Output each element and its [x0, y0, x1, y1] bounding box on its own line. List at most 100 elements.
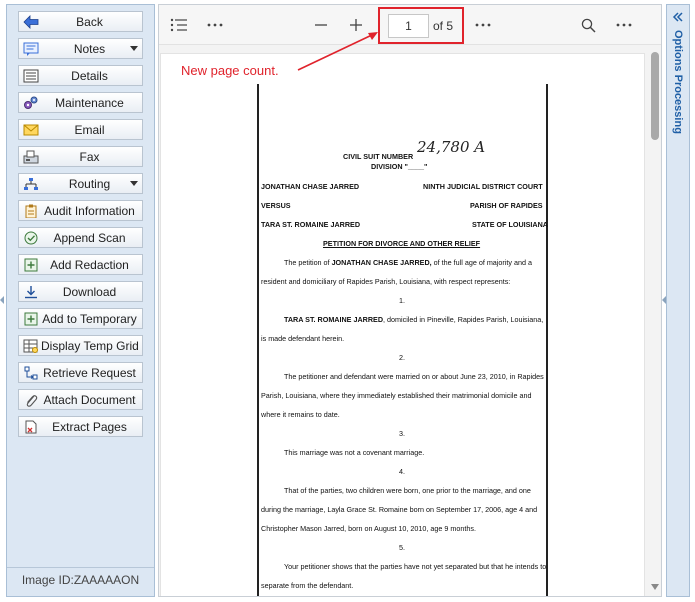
details-button[interactable]: Details — [18, 65, 143, 86]
attach-document-button-label: Attach Document — [43, 392, 136, 407]
suit-number-handwritten: 24,780 A — [417, 138, 486, 156]
state-name: STATE OF LOUISIANA — [472, 220, 548, 229]
viewer-toolbar: of 5 — [159, 5, 661, 45]
append-scan-button[interactable]: Append Scan — [18, 227, 143, 248]
defendant-name: TARA ST. ROMAINE JARRED — [261, 220, 361, 229]
intro-line-1-bold: JONATHAN CHASE JARRED, — [331, 258, 432, 267]
app-window: Back Notes Details Maintenance Email Fax… — [0, 0, 695, 602]
paragraph-2-line-2: Parish, Louisiana, where they immediatel… — [261, 391, 532, 400]
download-icon — [21, 283, 41, 300]
gears-icon — [21, 94, 41, 111]
add-redaction-button[interactable]: Add Redaction — [18, 254, 143, 275]
versus-label: VERSUS — [261, 201, 291, 210]
retrieve-icon — [21, 364, 41, 381]
back-arrow-icon — [21, 13, 41, 30]
chevron-down-icon — [130, 46, 138, 51]
more-horizontal-icon[interactable] — [615, 17, 633, 33]
intro-line-2: resident and domiciliary of Rapides Pari… — [261, 277, 511, 286]
fax-button[interactable]: Fax — [18, 146, 143, 167]
collapse-left-arrow-icon[interactable] — [0, 296, 4, 304]
petition-title: PETITION FOR DIVORCE AND OTHER RELIEF — [323, 239, 481, 248]
paragraph-number-2: 2. — [399, 353, 405, 362]
actions-sidebar: Back Notes Details Maintenance Email Fax… — [6, 4, 155, 597]
retrieve-request-button-label: Retrieve Request — [43, 365, 136, 380]
email-button[interactable]: Email — [18, 119, 143, 140]
download-button[interactable]: Download — [18, 281, 143, 302]
image-id-label: Image ID:ZAAAAAON — [21, 573, 140, 587]
routing-button[interactable]: Routing — [18, 173, 143, 194]
chevron-down-icon — [130, 181, 138, 186]
extract-pages-button-label: Extract Pages — [52, 419, 127, 434]
intro-line-1: The petition of JONATHAN CHASE JARRED, o… — [284, 258, 532, 267]
paragraph-number-5: 5. — [399, 543, 405, 552]
paragraph-1-line-1: TARA ST. ROMAINE JARRED, domiciled in Pi… — [284, 315, 543, 324]
routing-icon — [21, 175, 41, 192]
paragraph-2-line-3: where it remains to date. — [261, 410, 340, 419]
paragraph-4-line-2: during the marriage, Layla Grace St. Rom… — [261, 505, 538, 514]
check-circle-icon — [21, 229, 41, 246]
audit-information-button[interactable]: Audit Information — [18, 200, 143, 221]
paragraph-3-line-1: This marriage was not a covenant marriag… — [284, 448, 425, 457]
notes-icon — [21, 40, 41, 57]
annotation-text: New page count. — [181, 63, 279, 78]
extract-pages-icon — [21, 418, 41, 435]
paragraph-number-3: 3. — [399, 429, 405, 438]
intro-line-1-post: of the full age of majority and a — [431, 258, 532, 267]
plus-box-icon — [21, 256, 41, 273]
maintenance-button[interactable]: Maintenance — [18, 92, 143, 113]
append-scan-button-label: Append Scan — [53, 230, 126, 245]
annotation-arrow-icon — [297, 32, 378, 71]
page-navigator: of 5 — [383, 11, 465, 40]
suit-number-label: CIVIL SUIT NUMBER — [343, 152, 414, 161]
fax-icon — [21, 148, 41, 165]
options-processing-title[interactable]: Options Processing — [672, 30, 684, 134]
clipboard-icon — [21, 202, 41, 219]
notes-button[interactable]: Notes — [18, 38, 143, 59]
email-button-label: Email — [74, 122, 105, 137]
document-page: CIVIL SUIT NUMBER 24,780 A DIVISION "___… — [160, 53, 645, 596]
back-button-label: Back — [76, 14, 103, 29]
outline-list-icon[interactable] — [169, 17, 189, 33]
maintenance-button-label: Maintenance — [55, 95, 124, 110]
attach-document-button[interactable]: Attach Document — [18, 389, 143, 410]
paragraph-4-line-1: That of the parties, two children were b… — [284, 486, 531, 495]
more-horizontal-icon[interactable] — [206, 17, 224, 33]
document-viewer: of 5 CIVIL SUIT NUMBER 24,780 A DIVISION… — [158, 4, 662, 597]
paragraph-4-line-3: Christopher Mason Jarred, born on August… — [261, 524, 476, 533]
envelope-icon — [21, 121, 41, 138]
options-processing-panel: Options Processing — [666, 4, 690, 597]
scrollbar-thumb[interactable] — [651, 52, 659, 140]
page-count-label: of 5 — [433, 19, 454, 33]
more-horizontal-icon[interactable] — [474, 17, 492, 33]
scroll-down-arrow-icon[interactable] — [651, 584, 659, 590]
add-to-temporary-button-label: Add to Temporary — [42, 311, 137, 326]
add-redaction-button-label: Add Redaction — [50, 257, 129, 272]
add-to-temporary-button[interactable]: Add to Temporary — [18, 308, 143, 329]
routing-button-label: Routing — [68, 176, 111, 191]
search-icon[interactable] — [579, 17, 597, 33]
display-temp-grid-button[interactable]: Display Temp Grid — [18, 335, 143, 356]
notes-button-label: Notes — [73, 41, 106, 56]
details-icon — [21, 67, 41, 84]
audit-information-button-label: Audit Information — [44, 203, 135, 218]
vertical-scrollbar[interactable] — [649, 46, 661, 596]
plaintiff-name: JONATHAN CHASE JARRED — [261, 182, 360, 191]
parish-name: PARISH OF RAPIDES — [470, 201, 543, 210]
fax-button-label: Fax — [79, 149, 100, 164]
double-chevron-left-icon[interactable] — [671, 10, 685, 24]
division-label: DIVISION "____" — [371, 162, 428, 171]
page-margin-line-right — [546, 84, 548, 596]
page-number-input[interactable] — [388, 14, 429, 38]
details-button-label: Details — [71, 68, 108, 83]
paragraph-number-1: 1. — [399, 296, 405, 305]
paragraph-2-line-1: The petitioner and defendant were marrie… — [284, 372, 544, 381]
paragraph-1-post: , domiciled in Pineville, Rapides Parish… — [383, 315, 544, 324]
grid-icon — [21, 337, 41, 354]
plus-box-icon — [21, 310, 41, 327]
retrieve-request-button[interactable]: Retrieve Request — [18, 362, 143, 383]
download-button-label: Download — [62, 284, 117, 299]
back-button[interactable]: Back — [18, 11, 143, 32]
court-name: NINTH JUDICIAL DISTRICT COURT — [423, 182, 543, 191]
extract-pages-button[interactable]: Extract Pages — [18, 416, 143, 437]
document-scroll-area[interactable]: CIVIL SUIT NUMBER 24,780 A DIVISION "___… — [159, 46, 649, 596]
